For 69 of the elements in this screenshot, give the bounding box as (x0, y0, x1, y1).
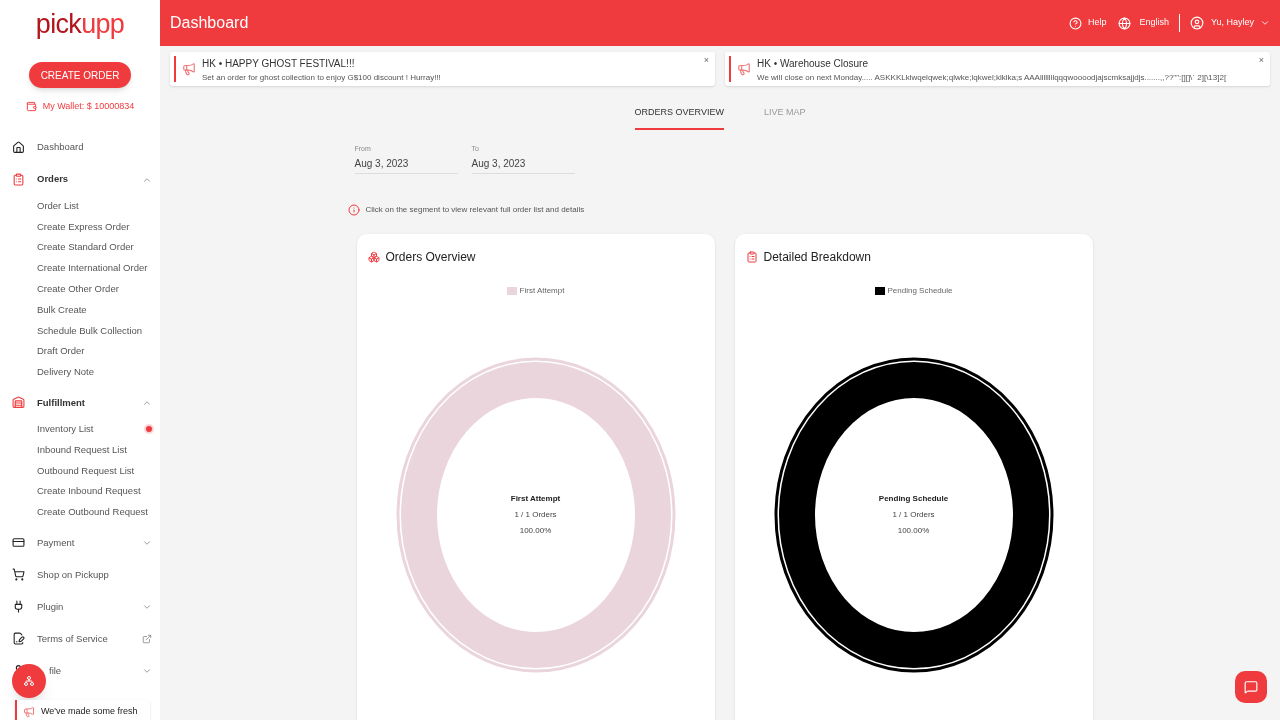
submenu-item[interactable]: Create International Order (37, 261, 152, 276)
card-title: Orders Overview (385, 249, 476, 266)
megaphone-icon (182, 62, 196, 76)
info-icon (347, 204, 360, 216)
user-avatar-icon (1189, 16, 1204, 30)
chat-button[interactable] (1235, 671, 1267, 703)
cart-icon (12, 568, 25, 582)
submenu-item[interactable]: Draft Order (37, 344, 152, 359)
sidebar-item[interactable]: Orders (0, 163, 160, 196)
help-icon[interactable] (1068, 16, 1082, 30)
chat-icon (1244, 680, 1258, 694)
submenu-item[interactable]: Create Standard Order (37, 240, 152, 255)
announcement-title: HK • HAPPY GHOST FESTIVAL!!! (202, 57, 356, 71)
chevron-down-icon[interactable] (1260, 18, 1270, 28)
sidebar-item[interactable]: Dashboard (0, 131, 160, 164)
close-button[interactable]: × (703, 56, 709, 65)
toast-text: We've made some fresh (41, 705, 138, 719)
clipboard-icon (745, 251, 758, 263)
legend-label[interactable]: First Attempt (519, 285, 565, 297)
boxes-icon (367, 251, 380, 263)
document-pen-icon (12, 632, 25, 646)
wallet-balance[interactable]: My Wallet: $ 10000834 (42, 100, 135, 114)
sidebar-item[interactable]: Shop on Pickupp (0, 558, 160, 591)
clipboard-icon (12, 173, 25, 186)
tab[interactable]: ORDERS OVERVIEW (634, 106, 724, 130)
plug-icon (12, 600, 25, 614)
megaphone-icon (737, 62, 751, 76)
home-icon (12, 141, 25, 154)
sidebar-item[interactable]: Payment (0, 526, 160, 559)
sidebar-item[interactable]: Fulfillment (0, 386, 160, 419)
segment-percent: 100.00% (897, 525, 930, 537)
segment-count: 1 / 1 Orders (892, 509, 935, 521)
legend-label[interactable]: Pending Schedule (887, 285, 953, 297)
card-title: Detailed Breakdown (763, 249, 871, 266)
submenu-item[interactable]: Create Express Order (37, 219, 152, 234)
warehouse-icon (12, 396, 25, 410)
announcement-title: HK • Warehouse Closure (757, 57, 869, 71)
globe-icon[interactable] (1118, 16, 1132, 30)
external-link-icon (142, 633, 152, 644)
submenu-item[interactable]: Inbound Request List (37, 442, 152, 457)
submenu-item[interactable]: Order List (37, 198, 152, 213)
sidebar-item[interactable]: Plugin (0, 590, 160, 623)
fork-icon (23, 675, 35, 687)
megaphone-icon (23, 706, 35, 718)
submenu-item[interactable]: Create Inbound Request (37, 484, 152, 499)
user-menu[interactable]: Yu, Hayley (1210, 16, 1254, 30)
announcement-text: We will close on next Monday..... ASKKKLklwqelqwek;qlwke;lqkwel;klklka;s AAAllllllllqqqwoooodjajscmksajjdjs.......,,??"":[][]\` 2][\13]2[ (757, 72, 1228, 84)
submenu-item[interactable]: Create Outbound Request (37, 505, 152, 520)
create-order-button[interactable]: CREATE ORDER (28, 62, 132, 88)
announcement-text: Set an order for ghost collection to enjoy G$100 discount ! Hurray!!! (202, 72, 442, 84)
logo: pickupp (35, 8, 125, 41)
wallet-icon (25, 101, 37, 113)
submenu-item[interactable]: Delivery Note (37, 365, 152, 380)
submenu-item[interactable]: Schedule Bulk Collection (37, 323, 152, 338)
segment-name: First Attempt (510, 493, 561, 505)
sidebar-item[interactable]: Terms of Service (0, 622, 160, 655)
segment-percent: 100.00% (519, 525, 552, 537)
segment-name: Pending Schedule (878, 493, 949, 505)
language-selector[interactable]: English (1139, 16, 1169, 30)
close-button[interactable]: × (1258, 56, 1264, 65)
submenu-item[interactable]: Bulk Create (37, 302, 152, 317)
credit-card-icon (12, 536, 25, 550)
segment-count: 1 / 1 Orders (514, 509, 557, 521)
submenu-item[interactable]: Outbound Request List (37, 463, 152, 478)
page-title: Dashboard (170, 13, 250, 33)
submenu-item[interactable]: Inventory List (37, 421, 146, 437)
hint-text: Click on the segment to view relevant full order list and details (365, 204, 585, 216)
submenu-item[interactable]: Create Other Order (37, 281, 152, 297)
help-link[interactable]: Help (1087, 16, 1107, 30)
